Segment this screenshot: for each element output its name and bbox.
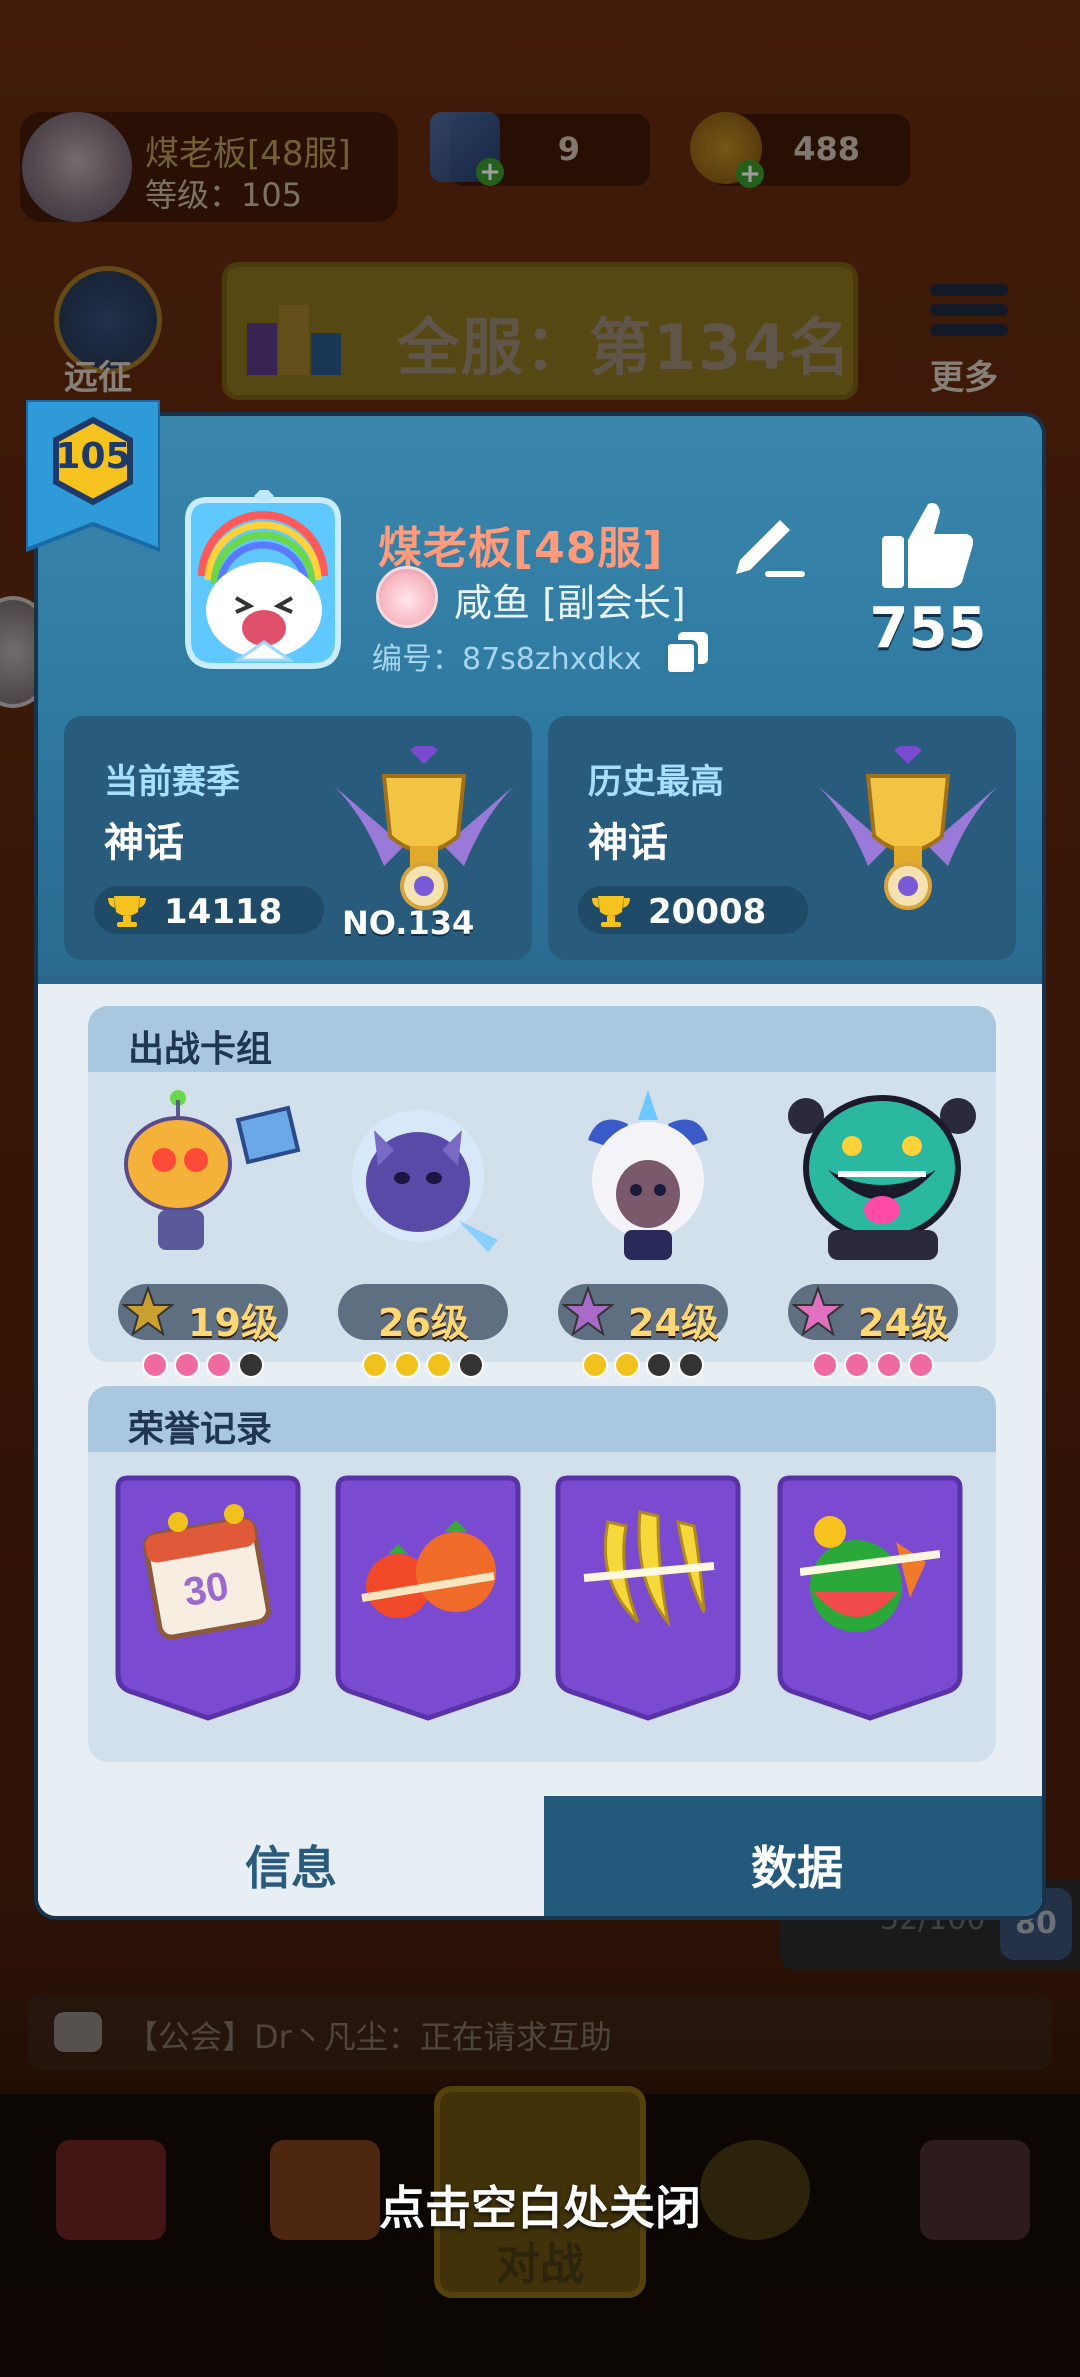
unit-level: 19级 xyxy=(188,1301,279,1345)
tab-info-label: 信息 xyxy=(245,1841,337,1895)
honor-badge-4[interactable] xyxy=(770,1474,970,1724)
honor-title: 荣誉记录 xyxy=(128,1409,273,1450)
current-season-score: 14118 xyxy=(164,892,283,932)
copy-icon[interactable] xyxy=(662,628,712,678)
tab-data[interactable]: 数据 xyxy=(544,1796,1042,1916)
current-season-title: 当前赛季 xyxy=(104,762,240,802)
banana-icon xyxy=(583,1510,715,1628)
deck-section-header: 出战卡组 xyxy=(88,1006,996,1072)
level-ribbon xyxy=(26,400,160,553)
edit-icon[interactable] xyxy=(728,502,808,582)
profile-detail-panel: 出战卡组 19级 26级 24级 24级 荣誉记录 30 xyxy=(38,984,1042,1916)
thumbs-up-icon[interactable] xyxy=(878,496,978,592)
player-id: 编号：87s8zhxdkx xyxy=(372,642,642,677)
monster-unit-icon xyxy=(788,1095,976,1260)
honor-section: 荣誉记录 30 xyxy=(88,1386,996,1762)
honor-badge-2[interactable] xyxy=(328,1474,528,1724)
historic-best-tier: 神话 xyxy=(588,820,668,866)
dark-spirit-unit-icon xyxy=(352,1110,498,1252)
unit-level-badge: 24级 xyxy=(558,1284,728,1345)
trophy-icon xyxy=(592,896,630,927)
robot-unit-icon xyxy=(124,1090,301,1250)
like-count: 755 xyxy=(869,596,987,661)
unit-level: 26级 xyxy=(378,1301,469,1345)
honor-badge-1[interactable]: 30 xyxy=(108,1474,308,1724)
historic-best-score: 20008 xyxy=(648,892,767,932)
unit-level-badge: 26级 xyxy=(338,1284,508,1345)
current-season-tier: 神话 xyxy=(104,820,184,866)
unit-level-badge: 19级 xyxy=(118,1284,288,1345)
tab-data-label: 数据 xyxy=(751,1841,843,1895)
deck-unit-4[interactable]: 24级 xyxy=(778,1090,978,1380)
horned-mage-unit-icon xyxy=(588,1090,708,1260)
calendar-30-icon: 30 xyxy=(143,1504,271,1640)
star-icon xyxy=(792,1286,844,1337)
unit-level-badge: 24级 xyxy=(788,1284,958,1345)
guild-name[interactable]: 咸鱼 [副会长] xyxy=(454,572,686,627)
unit-level: 24级 xyxy=(858,1301,949,1345)
deck-unit-2[interactable]: 26级 xyxy=(328,1090,528,1380)
honor-section-header: 荣誉记录 xyxy=(88,1386,996,1452)
player-name: 煤老板[48服] xyxy=(378,523,664,574)
player-level-badge: 105 xyxy=(55,436,131,477)
honor-badge-3[interactable] xyxy=(548,1474,748,1724)
deck-unit-1[interactable]: 19级 xyxy=(108,1090,308,1380)
historic-best-title: 历史最高 xyxy=(588,762,724,802)
mythic-medal-icon xyxy=(334,746,514,910)
guild-avatar xyxy=(376,566,438,628)
tab-info[interactable]: 信息 xyxy=(38,1796,544,1916)
watermelon-icon xyxy=(800,1516,940,1632)
current-season-box: 当前赛季 神话 14118 NO.134 xyxy=(64,716,532,960)
star-icon xyxy=(562,1286,614,1337)
close-hint: 点击空白处关闭 xyxy=(379,2181,701,2235)
player-profile-card: 煤老板[48服] 755 咸鱼 [副会长] 编号：87s8zhxdkx 当前赛季… xyxy=(34,412,1046,1920)
trophy-icon xyxy=(108,896,146,927)
unit-rank-dots xyxy=(812,1352,940,1380)
tomatoes-icon xyxy=(361,1520,496,1618)
current-season-rank: NO.134 xyxy=(342,904,475,942)
deck-title: 出战卡组 xyxy=(128,1029,273,1070)
mythic-medal-icon xyxy=(818,746,998,910)
unit-level: 24级 xyxy=(628,1301,719,1345)
star-icon xyxy=(122,1286,174,1337)
profile-tabs: 信息 数据 xyxy=(38,1796,1042,1916)
player-avatar[interactable] xyxy=(178,490,348,680)
deck-section: 出战卡组 19级 26级 24级 24级 xyxy=(88,1006,996,1378)
historic-best-box: 历史最高 神话 20008 xyxy=(548,716,1016,960)
unit-rank-dots xyxy=(142,1352,270,1380)
deck-unit-3[interactable]: 24级 xyxy=(548,1090,748,1380)
current-season-score-pill: 14118 xyxy=(94,886,324,934)
calendar-day: 30 xyxy=(180,1564,231,1615)
unit-rank-dots xyxy=(582,1352,710,1380)
unit-rank-dots xyxy=(362,1352,490,1380)
historic-best-score-pill: 20008 xyxy=(578,886,808,934)
